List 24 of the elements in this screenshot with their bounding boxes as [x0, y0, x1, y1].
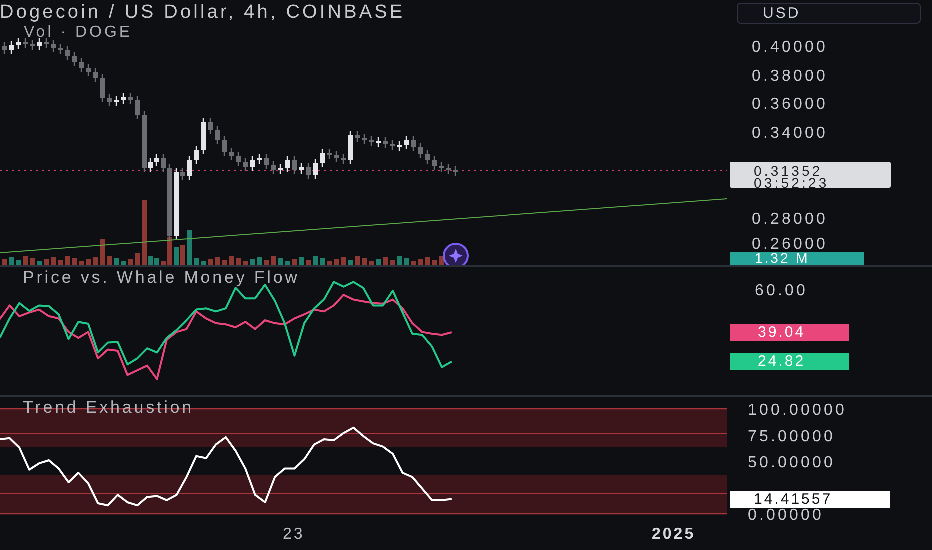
price-axis-label: 0.36000	[752, 96, 828, 113]
price-axis-label: 0.40000	[752, 39, 828, 56]
price-axis-label: 0.38000	[752, 68, 828, 85]
axis-tick-label: 60.00	[755, 282, 808, 300]
axis-tick-label: 50.00000	[748, 454, 836, 472]
last-price-value: 0.31352	[754, 165, 823, 177]
value-label: 24.82	[730, 353, 849, 370]
volume-value-label: 1.32 M	[730, 252, 864, 265]
chart-title: Dogecoin / US Dollar, 4h, COINBASE	[0, 2, 406, 24]
value-label: 39.04	[730, 324, 849, 342]
axis-tick-label: 100.00000	[748, 402, 848, 419]
price-axis-label: 0.28000	[752, 211, 828, 228]
axis-tick-label: 0.00000	[748, 507, 824, 520]
indicator-title: Price vs. Whale Money Flow	[23, 268, 300, 288]
price-axis-label: 0.26000	[752, 236, 828, 253]
currency-button[interactable]: USD	[737, 3, 921, 24]
price-axis-label: 0.34000	[752, 125, 828, 142]
volume-legend: Vol · DOGE	[24, 24, 406, 42]
axis-tick-label: 75.00000	[748, 428, 836, 446]
star-logo-icon	[443, 243, 469, 265]
countdown-timer: 03:52:23	[754, 177, 830, 189]
value-label: 14.41557	[730, 490, 890, 508]
time-axis-label: 23	[283, 526, 305, 544]
time-axis-label: 2025	[652, 526, 696, 544]
